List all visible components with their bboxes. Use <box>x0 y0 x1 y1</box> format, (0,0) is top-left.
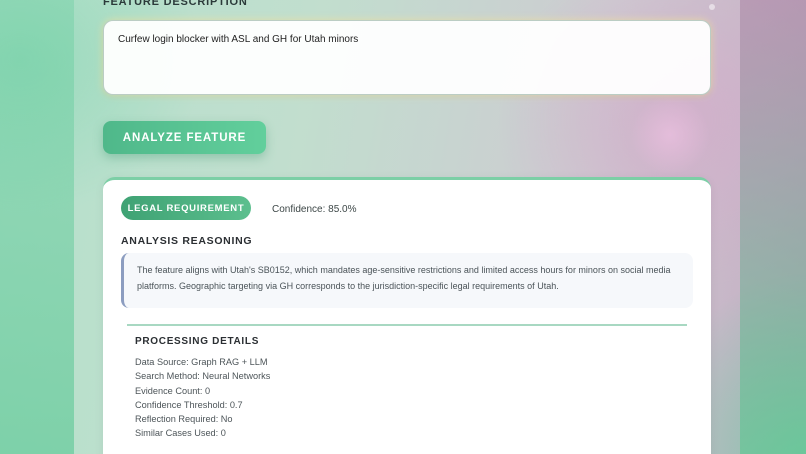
analysis-reasoning-box: The feature aligns with Utah's SB0152, w… <box>121 253 693 308</box>
processing-detail-confidence-threshold: Confidence Threshold: 0.7 <box>135 399 243 410</box>
analyze-feature-button[interactable]: ANALYZE FEATURE <box>103 121 266 154</box>
background-right-edge <box>740 0 806 454</box>
processing-detail-similar-cases: Similar Cases Used: 0 <box>135 428 226 439</box>
feature-description-value: Curfew login blocker with ASL and GH for… <box>118 34 359 45</box>
analysis-result-card: LEGAL REQUIREMENT Confidence: 85.0% ANAL… <box>103 177 711 454</box>
decorative-dot <box>709 4 715 10</box>
processing-detail-search-method: Search Method: Neural Networks <box>135 371 271 382</box>
feature-description-label: FEATURE DESCRIPTION <box>103 0 248 8</box>
feature-description-input[interactable]: Curfew login blocker with ASL and GH for… <box>103 20 711 95</box>
processing-detail-evidence-count: Evidence Count: 0 <box>135 385 211 396</box>
background-blob <box>630 95 710 175</box>
confidence-score: Confidence: 85.0% <box>272 204 357 215</box>
processing-detail-reflection-required: Reflection Required: No <box>135 414 233 425</box>
analysis-reasoning-title: ANALYSIS REASONING <box>121 235 253 247</box>
analysis-reasoning-text: The feature aligns with Utah's SB0152, w… <box>137 265 671 291</box>
processing-details-title: PROCESSING DETAILS <box>135 336 260 347</box>
processing-detail-data-source: Data Source: Graph RAG + LLM <box>135 357 268 367</box>
classification-badge: LEGAL REQUIREMENT <box>121 196 251 220</box>
background-left-edge <box>0 0 74 454</box>
processing-details-section: PROCESSING DETAILS Data Source: Graph RA… <box>127 324 687 454</box>
